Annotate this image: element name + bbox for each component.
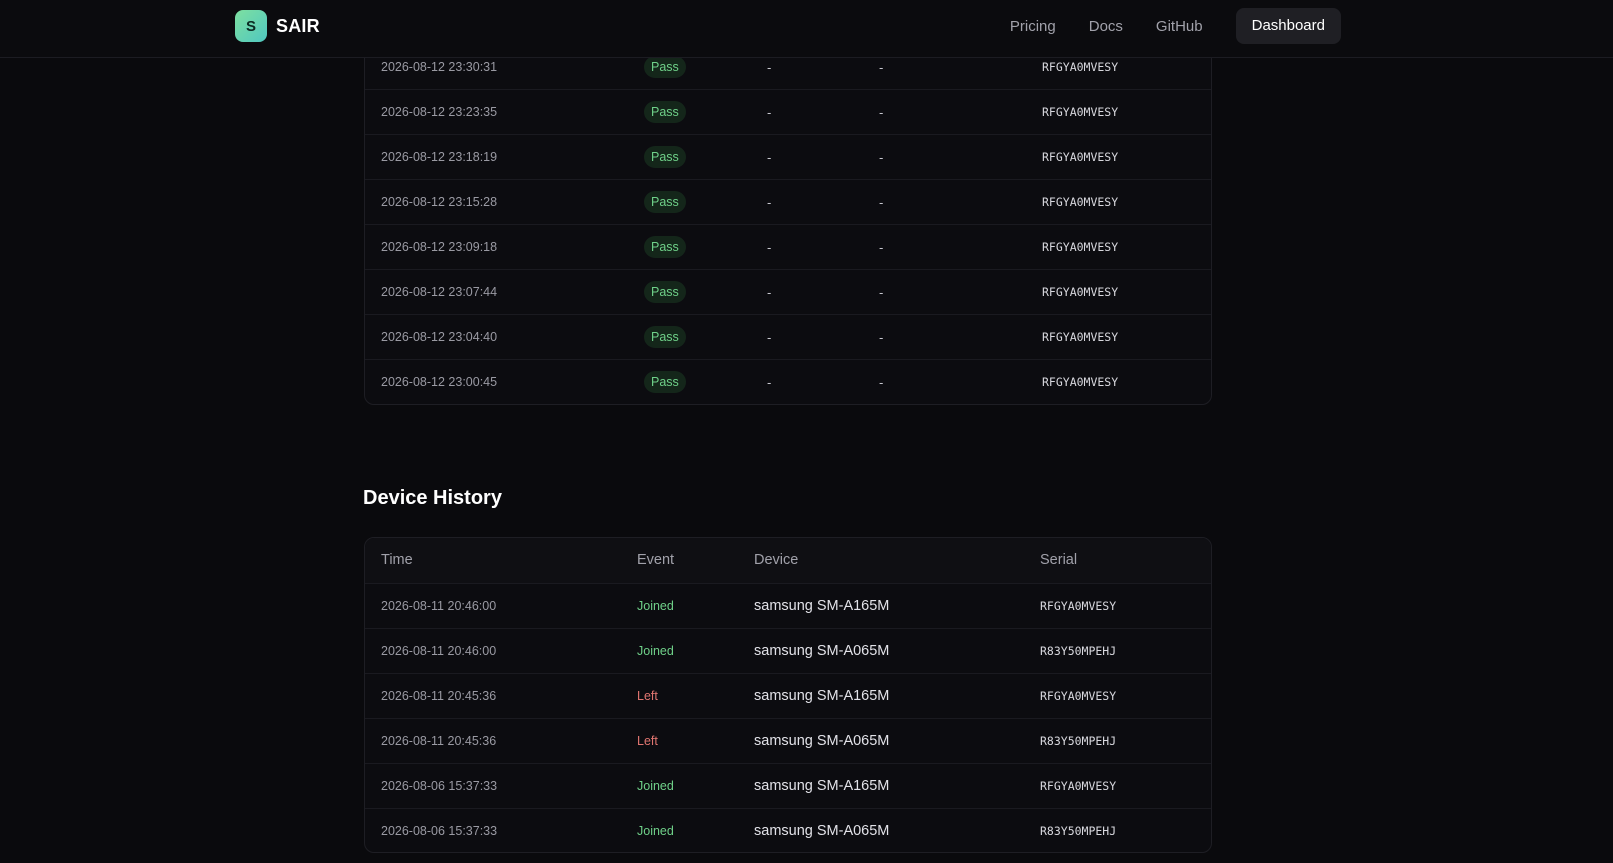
check-value-2: - (879, 195, 884, 210)
check-serial: RFGYA0MVESY (1042, 285, 1119, 299)
check-serial: RFGYA0MVESY (1042, 195, 1119, 209)
check-serial: RFGYA0MVESY (1042, 240, 1119, 254)
history-event: Left (637, 689, 658, 703)
status-pill: Pass (644, 101, 686, 123)
check-value-2: - (879, 285, 884, 300)
status-badge: Pass (644, 56, 686, 78)
status-badge: Pass (644, 236, 686, 258)
history-time: 2026-08-11 20:45:36 (381, 734, 497, 748)
check-value-2: - (879, 240, 884, 255)
status-pill: Pass (644, 191, 686, 213)
check-value-1: - (767, 330, 772, 345)
history-serial: RFGYA0MVESY (1040, 779, 1117, 793)
history-device: samsung SM-A065M (754, 733, 890, 749)
status-badge: Pass (644, 191, 686, 213)
check-value-1: - (767, 285, 772, 300)
nav-links: Pricing Docs GitHub Dashboard (1010, 8, 1341, 44)
table-row: 2026-08-12 23:18:19 Pass - - RFGYA0MVESY (365, 134, 1211, 179)
table-row: 2026-08-12 23:00:45 Pass - - RFGYA0MVESY (365, 359, 1211, 404)
history-serial: R83Y50MPEHJ (1040, 644, 1117, 658)
table-row: 2026-08-11 20:46:00 Joined samsung SM-A165… (365, 583, 1211, 628)
table-row: 2026-08-12 23:09:18 Pass - - RFGYA0MVESY (365, 224, 1211, 269)
top-navbar: S SAIR Pricing Docs GitHub Dashboard (0, 0, 1613, 58)
history-device: samsung SM-A165M (754, 688, 890, 704)
status-pill: Pass (644, 326, 686, 348)
check-serial: RFGYA0MVESY (1042, 150, 1119, 164)
history-event: Joined (637, 779, 674, 793)
brand-name: SAIR (276, 15, 320, 36)
nav-link-docs[interactable]: Docs (1089, 18, 1123, 35)
check-serial: RFGYA0MVESY (1042, 105, 1119, 119)
status-pill: Pass (644, 371, 686, 393)
check-time: 2026-08-12 23:07:44 (381, 285, 498, 299)
history-device: samsung SM-A065M (754, 823, 890, 839)
status-pill: Pass (644, 56, 686, 78)
check-time: 2026-08-12 23:04:40 (381, 330, 498, 344)
history-serial: RFGYA0MVESY (1040, 599, 1117, 613)
history-time: 2026-08-11 20:46:00 (381, 644, 497, 658)
status-pill: Pass (644, 236, 686, 258)
check-time: 2026-08-12 23:15:28 (381, 195, 498, 209)
table-row: 2026-08-12 23:15:28 Pass - - RFGYA0MVESY (365, 179, 1211, 224)
history-device: samsung SM-A165M (754, 598, 890, 614)
check-value-1: - (767, 195, 772, 210)
table-row: 2026-08-06 15:37:33 Joined samsung SM-A065… (365, 808, 1211, 852)
check-value-1: - (767, 105, 772, 120)
history-event: Joined (637, 644, 674, 658)
history-device: samsung SM-A165M (754, 778, 890, 794)
check-value-2: - (879, 375, 884, 390)
dashboard-button[interactable]: Dashboard (1235, 8, 1341, 44)
table-row: 2026-08-12 23:23:35 Pass - - RFGYA0MVESY (365, 89, 1211, 134)
table-row: 2026-08-11 20:45:36 Left samsung SM-A165M R… (365, 673, 1211, 718)
brand[interactable]: S SAIR (235, 10, 320, 42)
history-time: 2026-08-06 15:37:33 (381, 779, 498, 793)
table-row: 2026-08-12 23:04:40 Pass - - RFGYA0MVESY (365, 314, 1211, 359)
status-badge: Pass (644, 371, 686, 393)
history-serial: RFGYA0MVESY (1040, 689, 1117, 703)
check-time: 2026-08-12 23:23:35 (381, 105, 498, 119)
status-pill: Pass (644, 281, 686, 303)
history-time: 2026-08-06 15:37:33 (381, 824, 498, 838)
history-serial: R83Y50MPEHJ (1040, 824, 1117, 838)
status-badge: Pass (644, 281, 686, 303)
history-device: samsung SM-A065M (754, 643, 890, 659)
check-serial: RFGYA0MVESY (1042, 330, 1119, 344)
header-serial: Serial (1040, 552, 1078, 568)
nav-link-github[interactable]: GitHub (1156, 18, 1203, 35)
status-badge: Pass (644, 101, 686, 123)
check-time: 2026-08-12 23:09:18 (381, 240, 498, 254)
history-time: 2026-08-11 20:46:00 (381, 599, 497, 613)
check-serial: RFGYA0MVESY (1042, 375, 1119, 389)
header-device: Device (754, 552, 799, 568)
check-value-1: - (767, 150, 772, 165)
status-pill: Pass (644, 146, 686, 168)
nav-link-pricing[interactable]: Pricing (1010, 18, 1056, 35)
status-badge: Pass (644, 146, 686, 168)
history-serial: R83Y50MPEHJ (1040, 734, 1117, 748)
status-badge: Pass (644, 326, 686, 348)
check-value-2: - (879, 105, 884, 120)
check-value-1: - (767, 375, 772, 390)
table-row: 2026-08-11 20:46:00 Joined samsung SM-A065… (365, 628, 1211, 673)
check-time: 2026-08-12 23:18:19 (381, 150, 498, 164)
device-history-table: Time Event Device Serial 2026-08-11 20:4… (364, 537, 1212, 853)
table-row: 2026-08-11 20:45:36 Left samsung SM-A065M R… (365, 718, 1211, 763)
history-event: Joined (637, 599, 674, 613)
device-history-title: Device History (363, 487, 502, 509)
check-time: 2026-08-12 23:00:45 (381, 375, 498, 389)
check-value-2: - (879, 330, 884, 345)
logo-icon: S (235, 10, 267, 42)
header-time: Time (381, 552, 413, 568)
table-row: 2026-08-12 23:07:44 Pass - - RFGYA0MVESY (365, 269, 1211, 314)
header-event: Event (637, 552, 675, 568)
table-row: 2026-08-06 15:37:33 Joined samsung SM-A165… (365, 763, 1211, 808)
history-event: Left (637, 734, 658, 748)
history-event: Joined (637, 824, 674, 838)
table-header: Time Event Device Serial (365, 538, 1211, 583)
check-value-2: - (879, 150, 884, 165)
check-value-1: - (767, 240, 772, 255)
history-time: 2026-08-11 20:45:36 (381, 689, 497, 703)
checks-table: 2026-08-12 23:40:27Pass--RFGYA0MVESY2026… (364, 0, 1212, 405)
